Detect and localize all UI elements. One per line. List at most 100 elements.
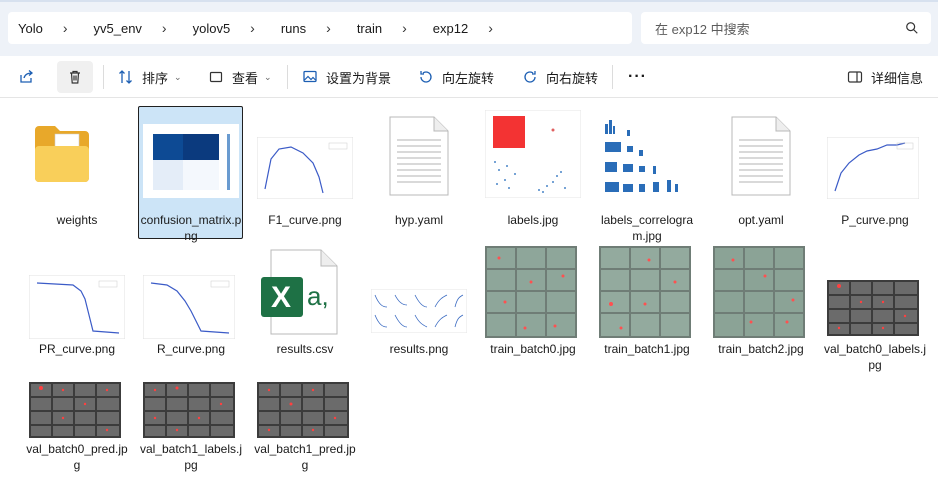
toolbar-divider [612, 65, 613, 89]
file-name: results.png [389, 342, 449, 356]
file-item-pr-curve[interactable]: PR_curve.png [25, 243, 129, 363]
chevron-right-icon[interactable]: › [312, 20, 347, 36]
file-item-val-batch1-pred[interactable]: val_batch1_pred.jpg [253, 379, 357, 479]
share-button[interactable] [12, 61, 40, 93]
file-name: val_batch0_pred.jpg [26, 442, 128, 472]
more-options-icon: ··· [628, 68, 647, 85]
document-icon [389, 116, 449, 196]
excel-suffix: a, [307, 281, 329, 311]
file-name: weights [56, 213, 98, 227]
image-thumbnail [257, 382, 349, 438]
folder-icon [35, 126, 89, 182]
address-bar-area: Yolo › yv5_env › yolov5 › runs › train ›… [0, 0, 938, 56]
set-as-background-label: 设置为背景 [326, 70, 392, 86]
view-icon [209, 71, 223, 83]
file-item-val-batch1-labels[interactable]: val_batch1_labels.jpg [139, 379, 243, 479]
excel-glyph: X [271, 281, 292, 314]
breadcrumb-item-exp12[interactable]: exp12 [423, 21, 474, 36]
rotate-left-icon [420, 71, 432, 83]
file-item-r-curve[interactable]: R_curve.png [139, 243, 243, 363]
chevron-right-icon[interactable]: › [236, 20, 271, 36]
image-thumbnail [485, 246, 577, 338]
file-item-opt-yaml[interactable]: opt.yaml [709, 106, 813, 236]
sort-icon [119, 70, 132, 84]
image-thumbnail [371, 289, 467, 333]
file-name: val_batch0_labels.jpg [823, 342, 927, 372]
breadcrumb-item-yolov5[interactable]: yolov5 [183, 21, 237, 36]
image-thumbnail [713, 246, 805, 338]
file-item-labels-correlogram[interactable]: labels_correlogram.jpg [595, 106, 699, 243]
chevron-down-icon: ⌄ [174, 71, 182, 82]
file-name: confusion_matrix.png [140, 213, 242, 243]
file-name: hyp.yaml [394, 213, 444, 227]
breadcrumb-item-yolo[interactable]: Yolo [8, 21, 49, 36]
image-thumbnail [143, 124, 239, 198]
file-item-p-curve[interactable]: P_curve.png [823, 106, 927, 236]
more-options-button[interactable]: ··· [622, 61, 653, 93]
file-item-hyp-yaml[interactable]: hyp.yaml [367, 106, 471, 236]
search-input[interactable]: 在 exp12 中搜索 [641, 12, 931, 44]
chevron-right-icon[interactable]: › [474, 20, 509, 36]
breadcrumb-item-runs[interactable]: runs [271, 21, 312, 36]
file-name: train_batch2.jpg [718, 342, 804, 356]
share-icon [20, 70, 34, 83]
rotate-right-label: 向右旋转 [546, 70, 599, 86]
command-bar: 排序 ⌄ 查看 ⌄ 设置为背景 向左旋转 向右旋转 ··· 详细信息 [0, 56, 938, 98]
file-list-area: weights confusion_matrix.png F1_curve.pn… [0, 98, 938, 489]
file-item-results-png[interactable]: results.png [367, 243, 471, 363]
image-thumbnail [599, 110, 691, 202]
file-item-train-batch0[interactable]: train_batch0.jpg [481, 243, 585, 363]
chevron-right-icon[interactable]: › [388, 20, 423, 36]
toolbar-divider [103, 65, 104, 89]
file-item-train-batch2[interactable]: train_batch2.jpg [709, 243, 813, 363]
image-thumbnail [143, 275, 235, 339]
breadcrumb-item-yv5-env[interactable]: yv5_env [84, 21, 148, 36]
view-label: 查看 [232, 70, 259, 86]
title-divider [0, 0, 938, 2]
view-button[interactable]: 查看 ⌄ [202, 61, 278, 93]
file-name: train_batch1.jpg [604, 342, 690, 356]
file-name: val_batch1_pred.jpg [254, 442, 356, 472]
file-item-results-csv[interactable]: X a, results.csv [253, 243, 357, 363]
delete-button[interactable] [57, 61, 93, 93]
file-name: labels_correlogram.jpg [600, 213, 694, 243]
image-thumbnail [599, 246, 691, 338]
file-item-labels-jpg[interactable]: labels.jpg [481, 106, 585, 236]
document-icon [731, 116, 791, 196]
image-thumbnail [827, 280, 919, 336]
file-item-weights[interactable]: weights [25, 106, 129, 236]
breadcrumb[interactable]: Yolo › yv5_env › yolov5 › runs › train ›… [8, 12, 632, 44]
file-name: R_curve.png [156, 342, 226, 356]
file-item-val-batch0-pred[interactable]: val_batch0_pred.jpg [25, 379, 129, 479]
wallpaper-icon [303, 70, 317, 83]
chevron-right-icon[interactable]: › [49, 20, 84, 36]
sort-label: 排序 [142, 70, 169, 86]
file-name: labels.jpg [507, 213, 559, 227]
set-as-background-button[interactable]: 设置为背景 [296, 61, 397, 93]
details-pane-label: 详细信息 [871, 70, 924, 86]
file-name: F1_curve.png [268, 213, 342, 227]
details-pane-icon [847, 71, 863, 83]
chevron-right-icon[interactable]: › [148, 20, 183, 36]
image-thumbnail [29, 382, 121, 438]
rotate-right-button[interactable]: 向右旋转 [516, 61, 604, 93]
details-pane-button[interactable]: 详细信息 [841, 61, 929, 93]
rotate-left-label: 向左旋转 [442, 70, 495, 86]
breadcrumb-item-train[interactable]: train [347, 21, 388, 36]
file-name: val_batch1_labels.jpg [139, 442, 243, 472]
file-name: P_curve.png [841, 213, 909, 227]
image-thumbnail [29, 275, 125, 339]
image-thumbnail [143, 382, 235, 438]
file-item-val-batch0-labels[interactable]: val_batch0_labels.jpg [823, 243, 927, 373]
search-icon[interactable] [905, 21, 919, 35]
file-item-confusion-matrix[interactable]: confusion_matrix.png [139, 106, 243, 243]
file-item-f1-curve[interactable]: F1_curve.png [253, 106, 357, 236]
file-name: train_batch0.jpg [490, 342, 576, 356]
rotate-right-icon [524, 71, 536, 83]
file-item-train-batch1[interactable]: train_batch1.jpg [595, 243, 699, 363]
rotate-left-button[interactable]: 向左旋转 [412, 61, 500, 93]
toolbar-divider [287, 65, 288, 89]
chevron-down-icon: ⌄ [264, 71, 272, 82]
sort-button[interactable]: 排序 ⌄ [112, 61, 188, 93]
file-name: PR_curve.png [38, 342, 116, 356]
